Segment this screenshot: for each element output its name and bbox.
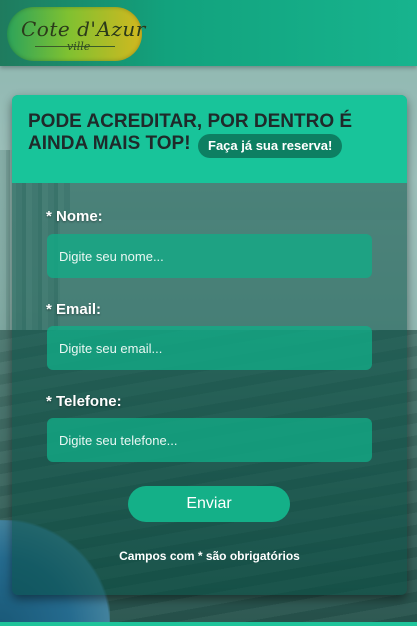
email-field[interactable] (47, 326, 372, 370)
reservation-cta-badge[interactable]: Faça já sua reserva! (198, 134, 343, 158)
name-label: * Nome: (46, 208, 103, 225)
required-fields-note: Campos com * são obrigatórios (119, 549, 300, 563)
reservation-card: PODE ACREDITAR, POR DENTRO É AINDA MAIS … (12, 95, 407, 595)
phone-label: * Telefone: (46, 393, 122, 410)
email-label: * Email: (46, 301, 102, 318)
phone-field[interactable] (47, 418, 372, 462)
logo-subtitle: ville (67, 40, 91, 53)
bottom-accent-line (0, 622, 417, 626)
submit-button[interactable]: Enviar (128, 486, 290, 522)
card-header: PODE ACREDITAR, POR DENTRO É AINDA MAIS … (12, 95, 407, 183)
brand-logo[interactable]: Cote d'Azur ville (7, 7, 145, 61)
top-header: Cote d'Azur ville (0, 0, 417, 66)
logo-script-text: Cote d'Azur (21, 17, 146, 41)
name-field[interactable] (47, 234, 372, 278)
